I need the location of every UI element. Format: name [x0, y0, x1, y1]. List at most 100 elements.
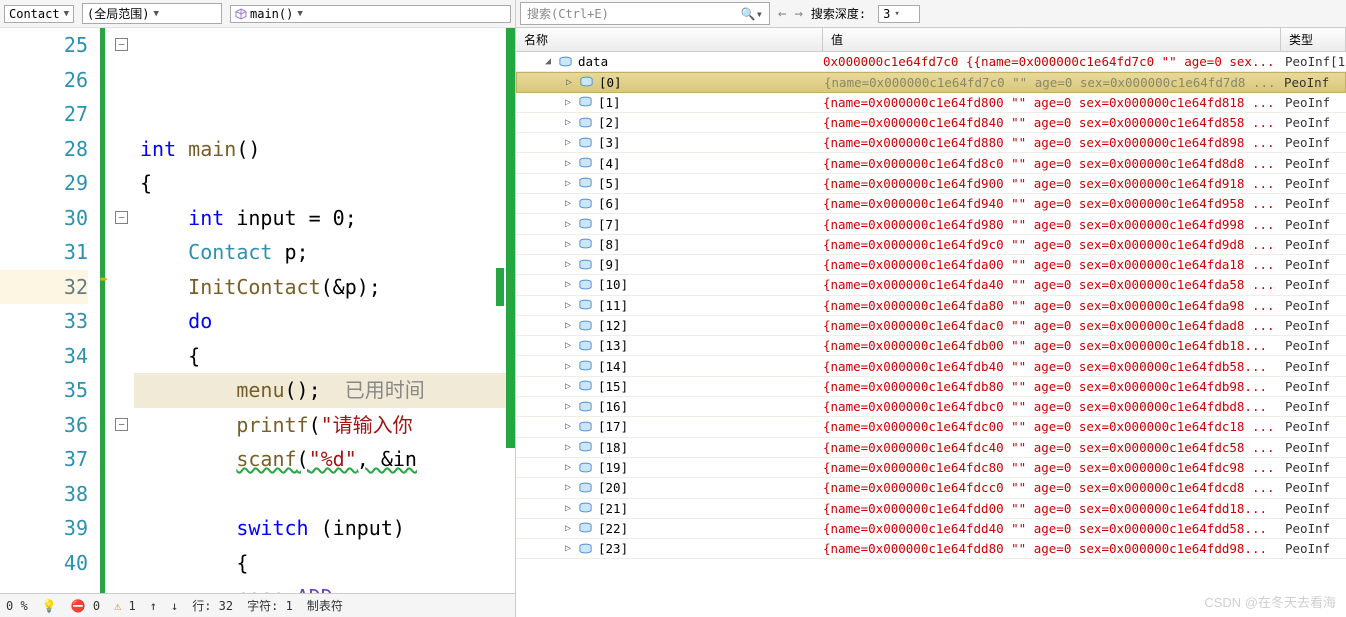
expand-icon[interactable]: ▷ — [562, 137, 574, 148]
tree-row[interactable]: ◢data0x000000c1e64fd7c0 {{name=0x000000c… — [516, 52, 1346, 72]
tree-row[interactable]: ▷[1]{name=0x000000c1e64fd800 "" age=0 se… — [516, 93, 1346, 113]
col-type[interactable]: 类型 — [1281, 28, 1346, 51]
code-area[interactable]: int main(){ int input = 0; Contact p; In… — [134, 28, 515, 593]
watch-tree[interactable]: ◢data0x000000c1e64fd7c0 {{name=0x000000c… — [516, 52, 1346, 617]
chevron-down-icon: ▼ — [64, 9, 69, 19]
tree-row[interactable]: ▷[5]{name=0x000000c1e64fd900 "" age=0 se… — [516, 174, 1346, 194]
expand-icon[interactable]: ▷ — [562, 239, 574, 250]
depth-dropdown[interactable]: 3▾ — [878, 5, 920, 23]
nav-back-icon[interactable]: ← — [778, 6, 786, 22]
tree-row[interactable]: ▷[19]{name=0x000000c1e64fdc80 "" age=0 s… — [516, 458, 1346, 478]
expand-icon[interactable]: ▷ — [562, 178, 574, 189]
fold-toggle[interactable]: − — [115, 418, 128, 431]
expand-icon[interactable]: ▷ — [562, 219, 574, 230]
scope-dropdown[interactable]: (全局范围)▼ — [82, 3, 222, 24]
error-icon[interactable]: ⛔ — [71, 599, 86, 613]
expand-icon[interactable]: ▷ — [563, 77, 575, 88]
fold-toggle[interactable]: − — [115, 211, 128, 224]
warning-icon[interactable]: ⚠ — [114, 599, 121, 613]
tree-row[interactable]: ▷[23]{name=0x000000c1e64fdd80 "" age=0 s… — [516, 539, 1346, 559]
expand-icon[interactable]: ▷ — [562, 320, 574, 331]
function-dropdown[interactable]: main()▼ — [230, 5, 511, 23]
code-line[interactable]: InitContact(&p); — [134, 270, 515, 305]
tree-row[interactable]: ▷[2]{name=0x000000c1e64fd840 "" age=0 se… — [516, 113, 1346, 133]
struct-icon — [578, 360, 594, 372]
tree-row[interactable]: ▷[14]{name=0x000000c1e64fdb40 "" age=0 s… — [516, 356, 1346, 376]
tree-row[interactable]: ▷[7]{name=0x000000c1e64fd980 "" age=0 se… — [516, 214, 1346, 234]
struct-icon — [578, 502, 594, 514]
expand-icon[interactable]: ▷ — [562, 198, 574, 209]
code-line[interactable]: { — [134, 339, 515, 374]
line-indicator: 行: 32 — [192, 597, 233, 614]
tree-row[interactable]: ▷[22]{name=0x000000c1e64fdd40 "" age=0 s… — [516, 519, 1346, 539]
bulb-icon[interactable]: 💡 — [42, 599, 57, 613]
expand-icon[interactable]: ▷ — [562, 523, 574, 534]
context-dropdown[interactable]: Contact▼ — [4, 5, 74, 23]
item-type: PeoInf — [1281, 298, 1346, 313]
expand-icon[interactable]: ▷ — [562, 259, 574, 270]
tree-row[interactable]: ▷[17]{name=0x000000c1e64fdc00 "" age=0 s… — [516, 417, 1346, 437]
tree-row[interactable]: ▷[12]{name=0x000000c1e64fdac0 "" age=0 s… — [516, 316, 1346, 336]
expand-icon[interactable]: ▷ — [562, 543, 574, 554]
watermark: CSDN @在冬天去看海 — [1204, 592, 1336, 611]
zoom-level[interactable]: 0 % — [6, 599, 28, 613]
tree-row[interactable]: ▷[3]{name=0x000000c1e64fd880 "" age=0 se… — [516, 133, 1346, 153]
expand-icon[interactable]: ▷ — [562, 300, 574, 311]
expand-icon[interactable]: ▷ — [562, 401, 574, 412]
expand-icon[interactable]: ▷ — [562, 97, 574, 108]
item-value: {name=0x000000c1e64fda40 "" age=0 sex=0x… — [823, 277, 1281, 292]
nav-down-icon[interactable]: ↓ — [171, 599, 178, 613]
code-line[interactable]: case ADD: — [134, 580, 515, 593]
expand-icon[interactable]: ▷ — [562, 279, 574, 290]
code-editor[interactable]: 25262728293031323334353637383940 ➨ −−− i… — [0, 28, 515, 593]
tree-row[interactable]: ▷[11]{name=0x000000c1e64fda80 "" age=0 s… — [516, 296, 1346, 316]
code-line[interactable]: printf("请输入你 — [134, 408, 515, 443]
item-type: PeoInf — [1281, 115, 1346, 130]
code-line[interactable]: { — [134, 546, 515, 581]
struct-icon — [578, 198, 594, 210]
tree-row[interactable]: ▷[15]{name=0x000000c1e64fdb80 "" age=0 s… — [516, 377, 1346, 397]
tree-row[interactable]: ▷[6]{name=0x000000c1e64fd940 "" age=0 se… — [516, 194, 1346, 214]
expand-icon[interactable]: ▷ — [562, 158, 574, 169]
col-name[interactable]: 名称 — [516, 28, 823, 51]
code-line[interactable] — [134, 477, 515, 512]
nav-up-icon[interactable]: ↑ — [150, 599, 157, 613]
tree-row[interactable]: ▷[21]{name=0x000000c1e64fdd00 "" age=0 s… — [516, 499, 1346, 519]
code-line[interactable]: switch (input) — [134, 511, 515, 546]
code-line[interactable]: Contact p; — [134, 235, 515, 270]
tree-row[interactable]: ▷[8]{name=0x000000c1e64fd9c0 "" age=0 se… — [516, 235, 1346, 255]
tree-row[interactable]: ▷[4]{name=0x000000c1e64fd8c0 "" age=0 se… — [516, 153, 1346, 173]
expand-icon[interactable]: ▷ — [562, 340, 574, 351]
item-name: [13] — [598, 338, 628, 353]
search-input[interactable]: 搜索(Ctrl+E)🔍▾ — [520, 2, 770, 25]
tree-row[interactable]: ▷[18]{name=0x000000c1e64fdc40 "" age=0 s… — [516, 438, 1346, 458]
fold-toggle[interactable]: − — [115, 38, 128, 51]
nav-fwd-icon[interactable]: → — [794, 6, 802, 22]
code-line[interactable]: int input = 0; — [134, 201, 515, 236]
expand-icon[interactable]: ▷ — [562, 421, 574, 432]
expand-icon[interactable]: ▷ — [562, 503, 574, 514]
expand-icon[interactable]: ▷ — [562, 482, 574, 493]
code-line[interactable]: menu(); 已用时间 — [134, 373, 515, 408]
expand-icon[interactable]: ◢ — [542, 56, 554, 67]
code-line[interactable]: do — [134, 304, 515, 339]
code-line[interactable]: { — [134, 166, 515, 201]
code-line[interactable]: int main() — [134, 132, 515, 167]
expand-icon[interactable]: ▷ — [562, 381, 574, 392]
expand-icon[interactable]: ▷ — [562, 462, 574, 473]
item-value: {name=0x000000c1e64fda80 "" age=0 sex=0x… — [823, 298, 1281, 313]
col-value[interactable]: 值 — [823, 28, 1281, 51]
expand-icon[interactable]: ▷ — [562, 442, 574, 453]
chevron-down-icon: ▼ — [153, 9, 158, 19]
tree-row[interactable]: ▷[0]{name=0x000000c1e64fd7c0 "" age=0 se… — [516, 72, 1346, 92]
tree-row[interactable]: ▷[20]{name=0x000000c1e64fdcc0 "" age=0 s… — [516, 478, 1346, 498]
tree-row[interactable]: ▷[13]{name=0x000000c1e64fdb00 "" age=0 s… — [516, 336, 1346, 356]
struct-icon — [578, 218, 594, 230]
code-line[interactable]: scanf("%d", &in — [134, 442, 515, 477]
tree-row[interactable]: ▷[9]{name=0x000000c1e64fda00 "" age=0 se… — [516, 255, 1346, 275]
item-name: [21] — [598, 501, 628, 516]
expand-icon[interactable]: ▷ — [562, 117, 574, 128]
tree-row[interactable]: ▷[16]{name=0x000000c1e64fdbc0 "" age=0 s… — [516, 397, 1346, 417]
tree-row[interactable]: ▷[10]{name=0x000000c1e64fda40 "" age=0 s… — [516, 275, 1346, 295]
expand-icon[interactable]: ▷ — [562, 361, 574, 372]
